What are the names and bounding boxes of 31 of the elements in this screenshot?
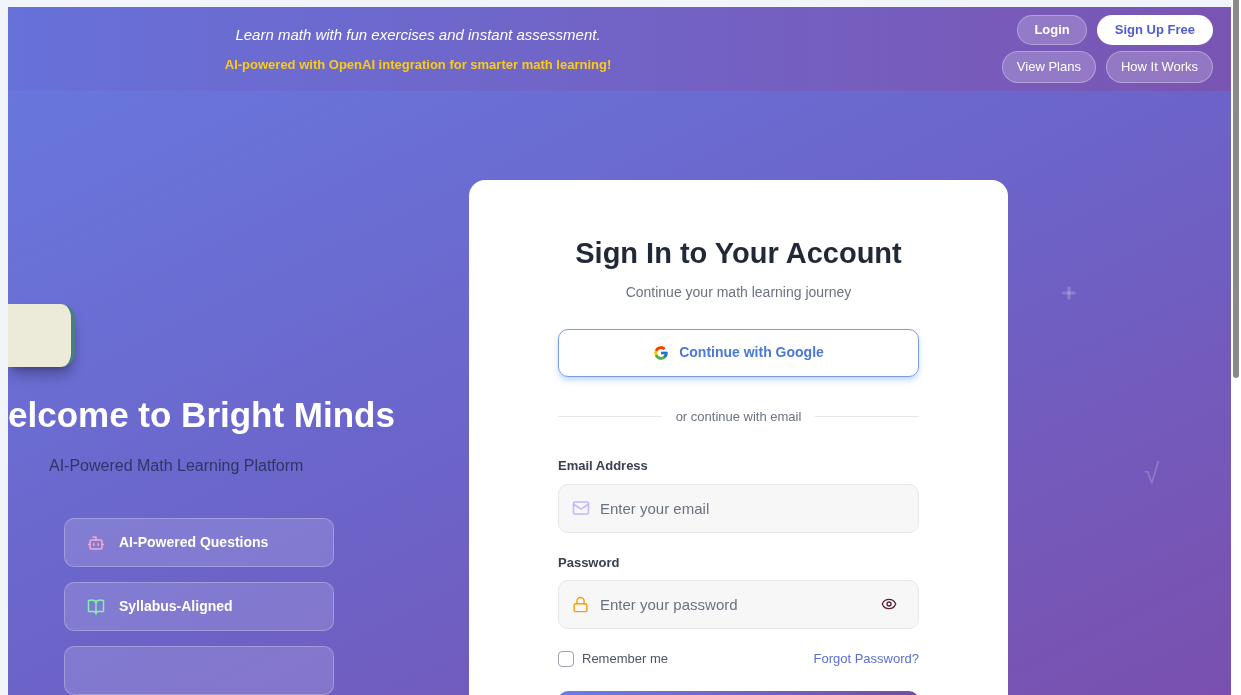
welcome-subtitle: AI-Powered Math Learning Platform: [49, 456, 305, 476]
remember-checkbox[interactable]: [558, 650, 574, 667]
feature-label: AI-Powered Questions: [119, 533, 269, 552]
scrollbar-thumb[interactable]: [1233, 0, 1239, 378]
books-icon: [87, 597, 105, 616]
robot-icon: [87, 533, 105, 552]
welcome-title: elcome to Bright Minds: [8, 397, 396, 432]
email-label: Email Address: [558, 457, 649, 475]
signup-button[interactable]: Sign Up Free: [1096, 15, 1213, 45]
nav-button[interactable]: How It Works: [1105, 51, 1213, 83]
lock-icon: [572, 596, 589, 613]
eye-icon[interactable]: [881, 596, 897, 612]
forgot-password-link[interactable]: Forgot Password?: [813, 649, 919, 669]
email-field[interactable]: Enter your email: [558, 483, 919, 533]
logo-image: [8, 304, 75, 367]
login-button[interactable]: Login: [1017, 15, 1087, 45]
login-subtitle: Continue your math learning journey: [624, 282, 853, 302]
plus-icon: [1060, 284, 1078, 302]
google-button[interactable]: Continue with Google: [558, 328, 919, 377]
divider-text: or continue with email: [675, 407, 802, 426]
mail-icon: [572, 498, 590, 517]
highlight-text: AI-powered with OpenAI integration for smarter math learning!: [224, 55, 612, 74]
login-title: Sign In to Your Account: [574, 236, 903, 271]
google-icon: [653, 344, 670, 361]
remember-label: Remember me: [582, 650, 668, 668]
nav-button[interactable]: View Plans: [1001, 51, 1096, 83]
tagline: Learn math with fun exercises and instant assessment.: [235, 25, 601, 45]
root-symbol: √: [1144, 457, 1160, 491]
feature-label: Syllabus-Aligned: [119, 597, 233, 616]
password-label: Password: [558, 553, 621, 572]
password-field[interactable]: Enter your password: [558, 580, 919, 629]
